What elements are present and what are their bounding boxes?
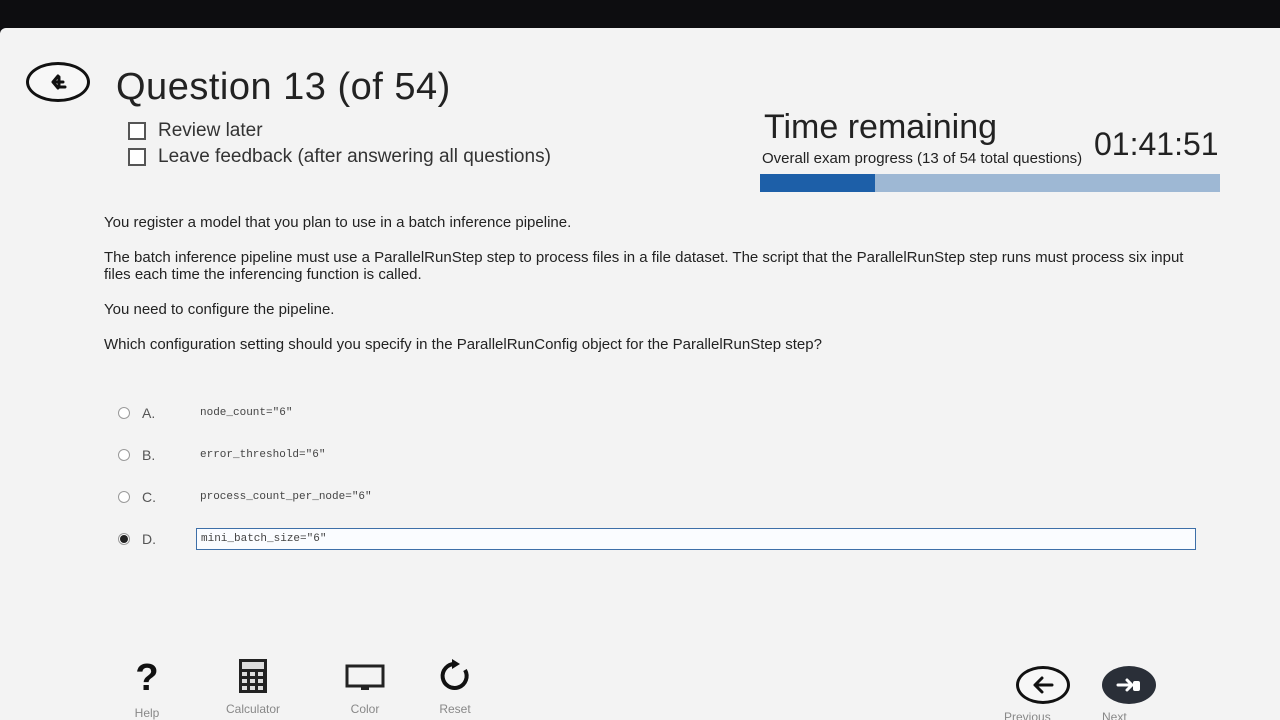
option-letter: B. [142,447,156,463]
option-letter: D. [142,531,156,547]
option-a[interactable]: A. node_count="6" [118,402,1196,424]
color-button[interactable]: Color [320,658,410,716]
next-label: Next [1102,710,1127,720]
leave-feedback-checkbox[interactable] [128,148,146,166]
question-prompt: Which configuration setting should you s… [104,336,822,353]
previous-button[interactable] [1016,666,1070,704]
option-b-radio[interactable] [118,449,130,461]
radio-selected-dot [120,535,128,543]
option-d[interactable]: D. mini_batch_size="6" [118,528,1196,550]
arrow-left-icon [1033,676,1054,694]
question-paragraph: The batch inference pipeline must use a … [104,249,1184,283]
upload-button[interactable] [26,62,90,102]
next-button[interactable] [1102,666,1156,704]
reset-label: Reset [439,702,471,716]
reset-icon [440,659,469,690]
question-paragraph: You need to configure the pipeline. [104,301,335,318]
question-mark-icon: ? [135,657,159,699]
option-c[interactable]: C. process_count_per_node="6" [118,486,1196,508]
calculator-icon [239,659,267,693]
question-body: You register a model that you plan to us… [104,214,1184,371]
question-paragraph: You register a model that you plan to us… [104,214,572,231]
option-code: mini_batch_size="6" [196,528,1196,550]
option-code: node_count="6" [200,407,293,419]
leave-feedback-label: Leave feedback (after answering all ques… [158,146,551,167]
question-title: Question 13 (of 54) [116,66,451,108]
bottom-toolbar: ? Help Calculator Color Reset Previous N… [0,658,1280,720]
previous-label: Previous [1004,710,1051,720]
option-letter: A. [142,405,156,421]
option-code: process_count_per_node="6" [200,491,372,503]
hand-pointer-icon [1116,678,1140,692]
option-d-radio[interactable] [118,533,130,545]
progress-text: Overall exam progress (13 of 54 total qu… [762,150,1083,167]
review-later-label: Review later [158,120,263,141]
review-later-row[interactable]: Review later [128,120,263,142]
calculator-label: Calculator [225,702,281,716]
time-remaining-label: Time remaining [764,108,998,146]
reset-button[interactable]: Reset [410,658,500,716]
option-a-radio[interactable] [118,407,130,419]
calculator-button[interactable]: Calculator [208,658,298,716]
progress-bar-fill [760,174,875,192]
monitor-icon [345,664,385,690]
option-b[interactable]: B. error_threshold="6" [118,444,1196,466]
option-c-radio[interactable] [118,491,130,503]
exam-screen: Question 13 (of 54) Review later Leave f… [0,28,1280,720]
help-button[interactable]: ? Help [102,658,192,720]
progress-bar [760,174,1220,192]
color-label: Color [350,702,380,716]
time-remaining-value: 01:41:51 [1094,126,1219,162]
option-code: error_threshold="6" [200,449,326,461]
upload-icon [51,74,67,90]
leave-feedback-row[interactable]: Leave feedback (after answering all ques… [128,146,551,168]
option-letter: C. [142,489,156,505]
help-label: Help [134,706,160,720]
review-later-checkbox[interactable] [128,122,146,140]
